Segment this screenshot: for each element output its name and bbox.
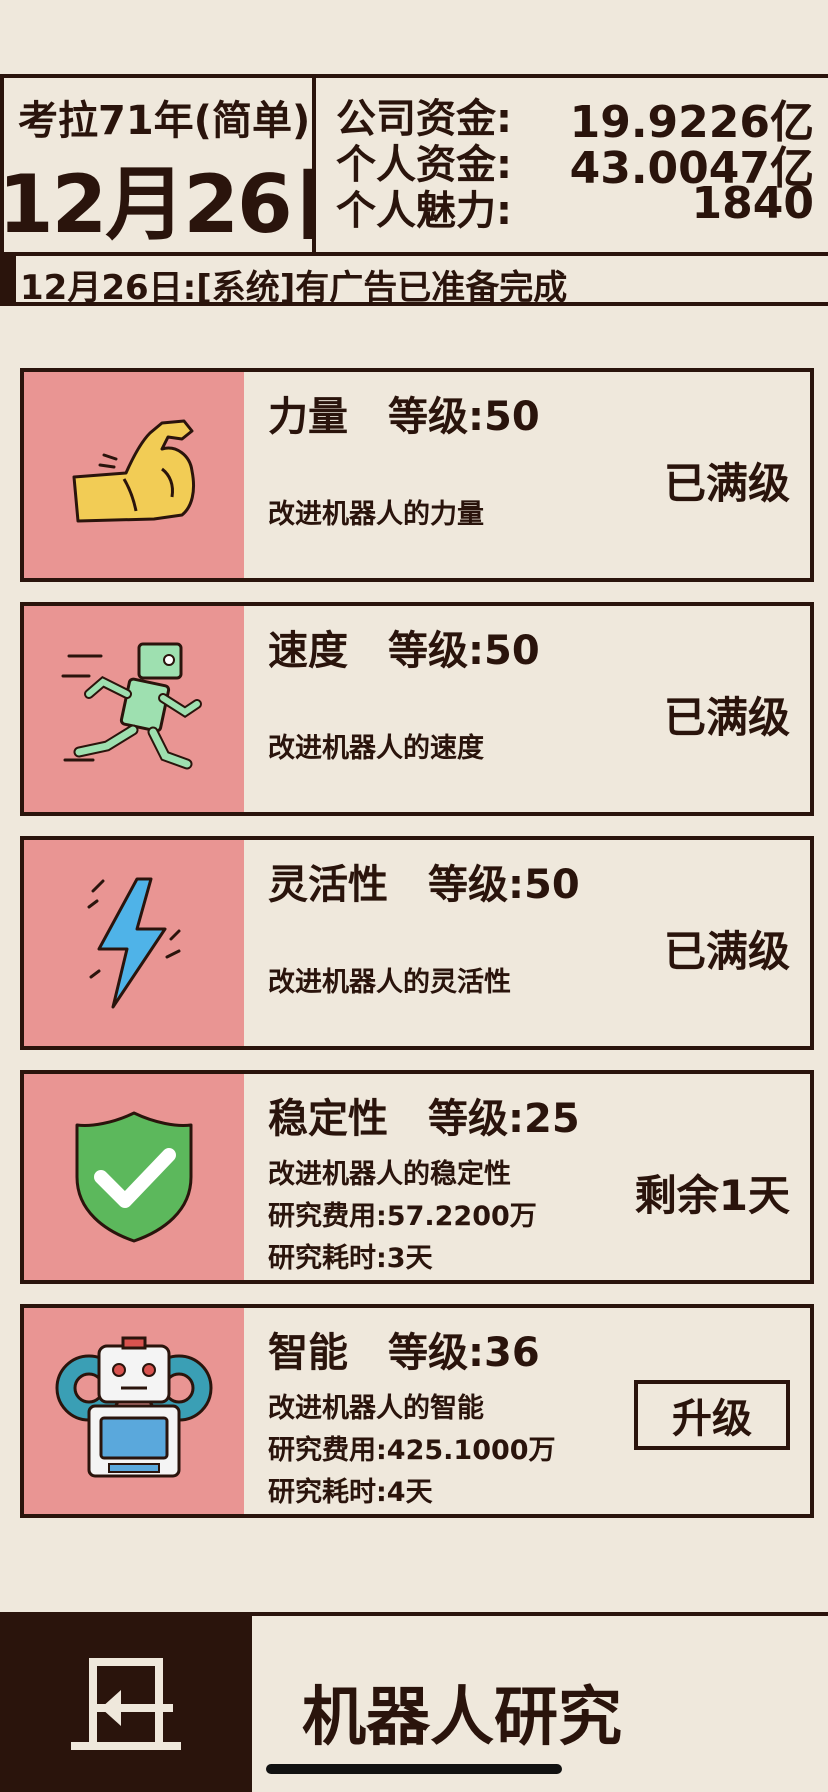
charisma-value: 1840 [691, 178, 814, 229]
strength-level: 等级:50 [388, 394, 540, 440]
date-panel: 考拉71年(简单) 12月26日 [0, 78, 316, 252]
speed-title: 速度 等级:50 [268, 618, 540, 676]
strength-title: 力量 等级:50 [268, 384, 540, 442]
running-robot-icon [61, 642, 202, 770]
funds-panel: 公司资金: 19.9226亿 个人资金: 43.0047亿 个人魅力: 1840 [320, 78, 828, 252]
shield-check-icon [75, 1111, 193, 1243]
agility-name: 灵活性 [268, 862, 388, 908]
charisma-label: 个人魅力: [336, 188, 512, 234]
research-card-agility: 灵活性 等级:50 改进机器人的灵活性 已满级 [20, 836, 814, 1050]
lightning-icon [87, 877, 181, 1009]
strength-desc: 改进机器人的力量 [268, 499, 484, 530]
news-text: 12月26日:[系统]有广告已准备完成 [20, 268, 568, 308]
research-card-intelligence: 智能 等级:36 改进机器人的智能 研究费用:425.1000万 研究耗时:4天 … [20, 1304, 814, 1518]
stability-title: 稳定性 等级:25 [268, 1086, 580, 1144]
status-header: 考拉71年(简单) 12月26日 公司资金: 19.9226亿 个人资金: 43… [0, 74, 828, 308]
speed-status: 已满级 [663, 693, 790, 742]
intelligence-name: 智能 [268, 1330, 348, 1376]
home-indicator[interactable] [266, 1764, 562, 1774]
intelligence-level: 等级:36 [388, 1330, 540, 1376]
strength-status: 已满级 [663, 459, 790, 508]
speed-desc: 改进机器人的速度 [268, 733, 484, 764]
agility-status: 已满级 [663, 927, 790, 976]
stability-level: 等级:25 [428, 1096, 580, 1142]
stability-remaining: 剩余1天 [634, 1171, 790, 1220]
screen-title: 机器人研究 [302, 1681, 622, 1755]
stability-name: 稳定性 [268, 1096, 388, 1142]
current-date: 12月26日 [0, 158, 312, 251]
strength-name: 力量 [268, 394, 348, 440]
charisma-row: 个人魅力: 1840 [336, 178, 814, 234]
intelligence-desc: 改进机器人的智能 [268, 1393, 484, 1424]
strength-icon-box [24, 372, 244, 578]
news-ticker[interactable]: 12月26日:[系统]有广告已准备完成 [0, 256, 828, 308]
agility-desc: 改进机器人的灵活性 [268, 967, 511, 998]
intelligence-icon-box [24, 1308, 244, 1514]
news-marker [0, 256, 16, 306]
robot-research-screen: 考拉71年(简单) 12月26日 公司资金: 19.9226亿 个人资金: 43… [0, 0, 828, 1792]
intelligence-time: 研究耗时:4天 [268, 1477, 433, 1508]
exit-button[interactable] [0, 1616, 252, 1792]
stability-time: 研究耗时:3天 [268, 1243, 433, 1274]
speed-name: 速度 [268, 628, 348, 674]
speed-icon-box [24, 606, 244, 812]
stability-desc: 改进机器人的稳定性 [268, 1159, 511, 1190]
upgrade-button[interactable]: 升级 [634, 1380, 790, 1450]
intelligence-title: 智能 等级:36 [268, 1320, 540, 1378]
agility-icon-box [24, 840, 244, 1046]
exit-door-icon [71, 1658, 181, 1750]
year-label: 考拉71年(简单) [18, 98, 311, 144]
research-card-strength: 力量 等级:50 改进机器人的力量 已满级 [20, 368, 814, 582]
intelligence-cost: 研究费用:425.1000万 [268, 1435, 556, 1466]
robot-gear-icon [55, 1336, 213, 1478]
muscle-arm-icon [72, 419, 196, 523]
research-card-speed: 速度 等级:50 改进机器人的速度 已满级 [20, 602, 814, 816]
agility-level: 等级:50 [428, 862, 580, 908]
stability-cost: 研究费用:57.2200万 [268, 1201, 537, 1232]
stability-icon-box [24, 1074, 244, 1280]
company-funds-row: 公司资金: 19.9226亿 [336, 86, 814, 148]
speed-level: 等级:50 [388, 628, 540, 674]
agility-title: 灵活性 等级:50 [268, 852, 580, 910]
research-card-stability: 稳定性 等级:25 改进机器人的稳定性 研究费用:57.2200万 研究耗时:3天… [20, 1070, 814, 1284]
personal-funds-row: 个人资金: 43.0047亿 [336, 132, 814, 194]
